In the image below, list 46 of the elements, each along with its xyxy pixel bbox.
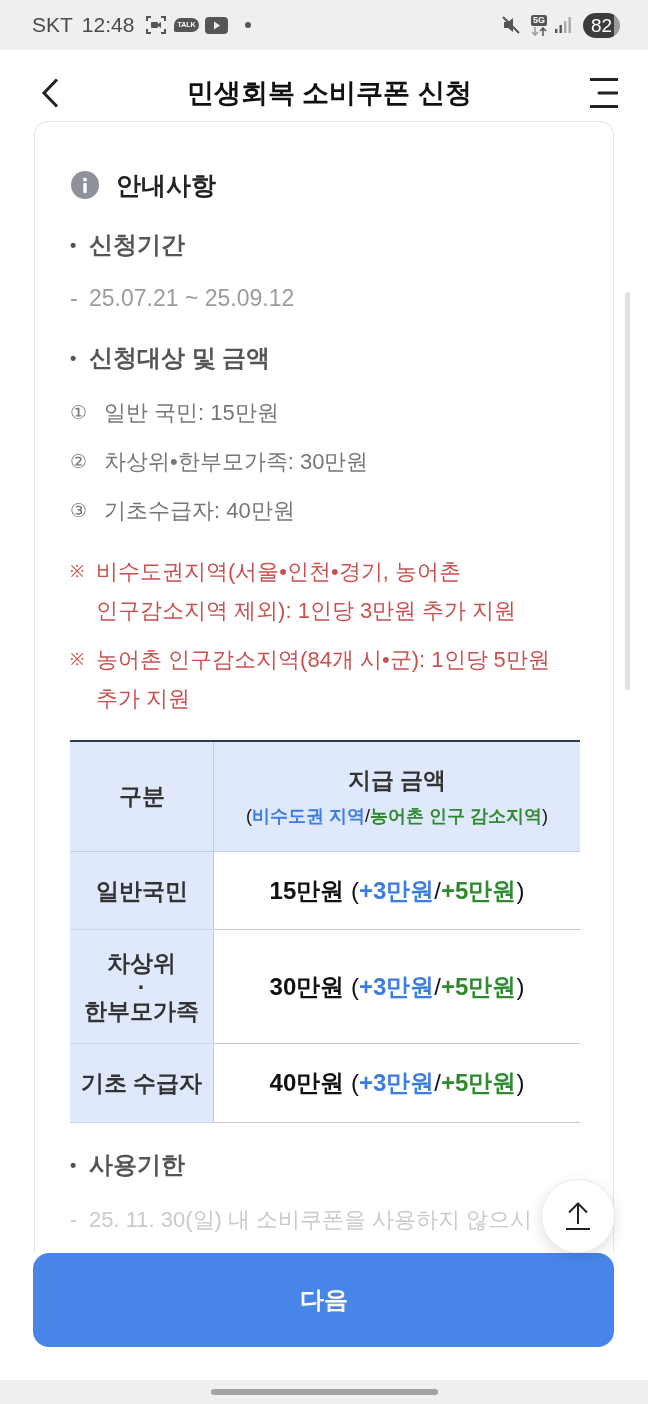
- amount-cell: 30만원 (+3만원/+5만원): [213, 929, 580, 1044]
- note-mark: ※: [70, 561, 85, 583]
- bullet-mark: •: [70, 347, 78, 370]
- note-text: 비수도권지역(서울•인천•경기, 농어촌 인구감소지역 제외): 1인당 3만원 추가 지원: [96, 558, 518, 625]
- item-number: ③: [70, 499, 88, 523]
- info-icon: [71, 171, 99, 199]
- mute-icon: [501, 15, 521, 35]
- clock: 12:48: [81, 13, 135, 37]
- section-heading: 신청기간: [89, 230, 185, 260]
- scrollbar[interactable]: [625, 292, 630, 690]
- back-icon[interactable]: [41, 77, 59, 108]
- row-header: 기초 수급자: [70, 1043, 214, 1123]
- note-mark: ※: [70, 649, 85, 671]
- eligibility-item: 일반 국민: 15만원: [104, 399, 279, 427]
- battery-indicator: 82: [583, 12, 620, 38]
- page-title: 민생회복 소비쿠폰 신청: [187, 76, 472, 110]
- eligibility-item: 차상위•한부모가족: 30만원: [104, 448, 369, 476]
- section-heading: 신청대상 및 금액: [89, 343, 271, 373]
- dash-mark: -: [70, 284, 79, 313]
- note-text: 농어촌 인구감소지역(84개 시•군): 1인당 5만원 추가 지원: [96, 646, 551, 713]
- notice-title: 안내사항: [116, 170, 216, 201]
- column-note: (비수도권 지역/농어촌 인구 감소지역): [244, 804, 549, 828]
- menu-icon[interactable]: [590, 76, 618, 109]
- eligibility-item: 기초수급자: 40만원: [104, 497, 295, 525]
- row-header: 차상위 · 한부모가족: [70, 929, 214, 1044]
- dash-mark: -: [70, 1206, 79, 1234]
- item-number: ①: [70, 401, 88, 425]
- next-button[interactable]: 다음: [33, 1253, 614, 1347]
- section-heading: 사용기한: [89, 1150, 185, 1180]
- video-app-icon: [204, 16, 228, 34]
- column-title: 지급 금액: [346, 765, 448, 795]
- arrow-up-icon: [566, 1202, 590, 1230]
- amount-cell: 40만원 (+3만원/+5만원): [213, 1043, 580, 1123]
- signal-icon: [555, 17, 571, 33]
- data-arrows-icon: [531, 26, 547, 36]
- row-header: 일반국민: [70, 851, 214, 930]
- column-header: 구분: [70, 741, 214, 852]
- screen-record-icon: [146, 16, 167, 34]
- bullet-mark: •: [70, 234, 78, 257]
- item-number: ②: [70, 450, 88, 474]
- bullet-mark: •: [70, 1154, 78, 1177]
- notification-dot-icon: [244, 22, 251, 28]
- carrier-label: SKT: [32, 13, 73, 37]
- date-range: 25.07.21 ~ 25.09.12: [89, 284, 295, 313]
- amount-cell: 15만원 (+3만원/+5만원): [213, 851, 580, 930]
- network-type-label: 5G: [531, 14, 547, 26]
